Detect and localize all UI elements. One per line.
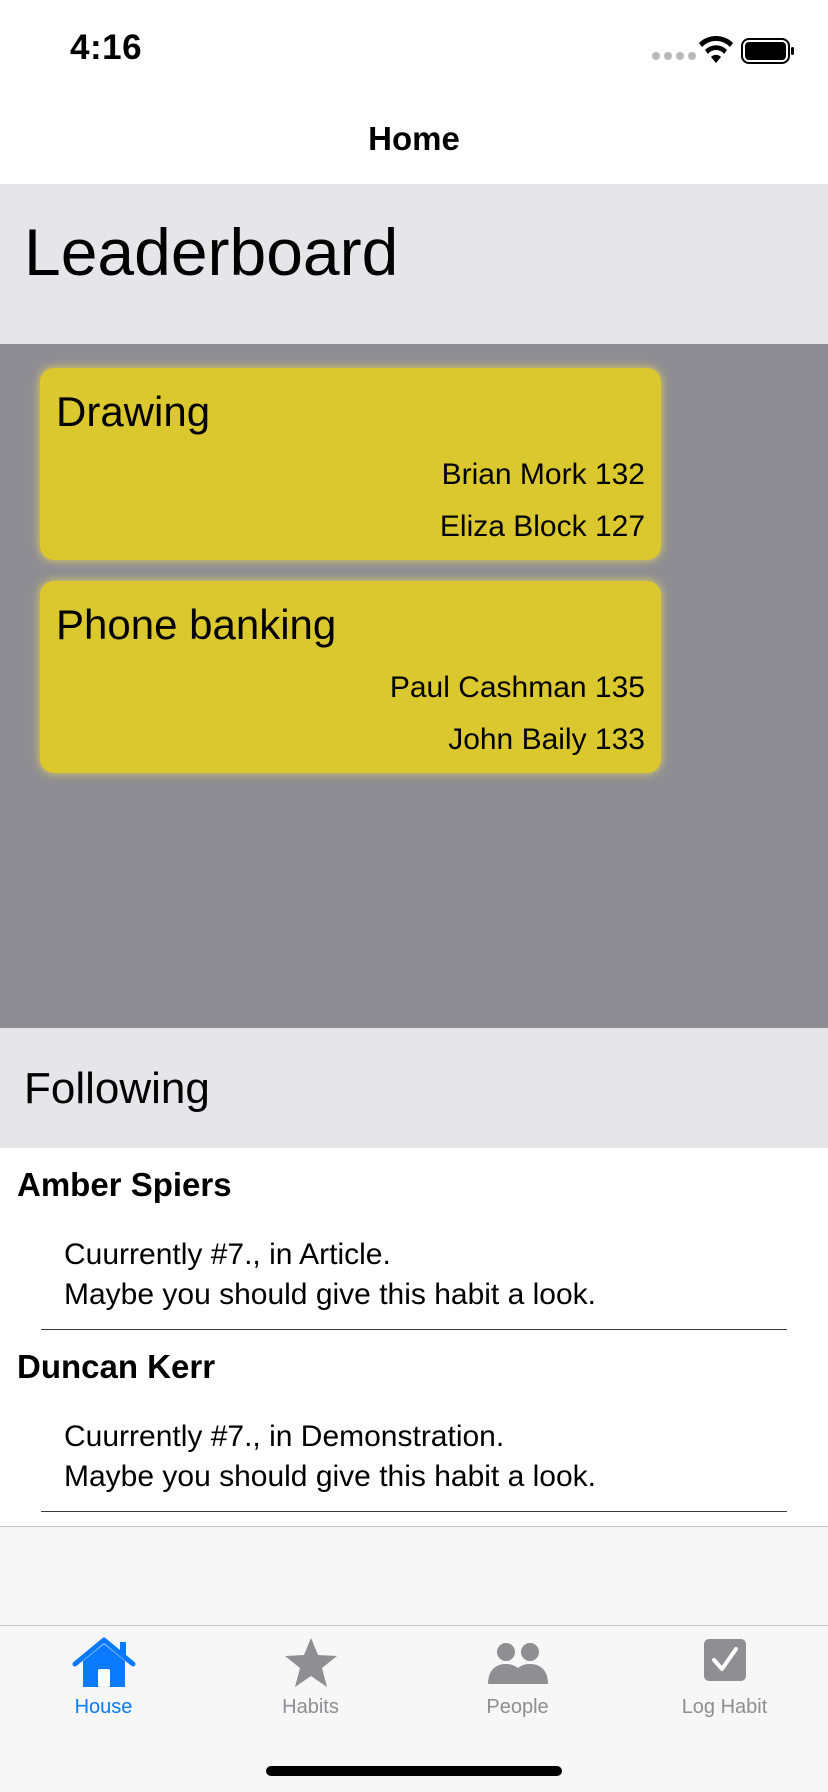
status-bar: 4:16 <box>0 0 828 96</box>
wifi-icon <box>699 36 733 63</box>
divider <box>41 1511 787 1512</box>
card-entry: John Baily 133 <box>448 723 645 756</box>
tab-habits[interactable]: Habits <box>207 1636 414 1726</box>
card-title: Phone banking <box>56 601 337 648</box>
card-entry: Eliza Block 127 <box>439 510 645 543</box>
following-list: Amber Spiers Cuurrently #7., in Article.… <box>0 1148 828 1528</box>
people-icon <box>487 1643 548 1684</box>
follow-suggestion: Maybe you should give this habit a look. <box>64 1460 596 1493</box>
tab-house[interactable]: House <box>0 1636 207 1726</box>
leaderboard-area: Drawing Brian Mork 132 Eliza Block 127 P… <box>0 344 828 1028</box>
tab-label: Habits <box>282 1696 339 1718</box>
list-item[interactable]: Duncan Kerr Cuurrently #7., in Demonstra… <box>0 1330 828 1512</box>
tab-label: House <box>74 1696 133 1718</box>
following-header: Following <box>0 1028 828 1148</box>
list-item[interactable]: Amber Spiers Cuurrently #7., in Article.… <box>0 1148 828 1330</box>
signal-dots-icon <box>652 52 696 60</box>
follow-name: Amber Spiers <box>17 1166 232 1203</box>
tab-label: People <box>486 1696 549 1718</box>
tab-log-habit[interactable]: Log Habit <box>621 1636 828 1726</box>
leaderboard-card-phone-banking[interactable]: Phone banking Paul Cashman 135 John Bail… <box>40 581 661 773</box>
card-title: Drawing <box>56 388 211 435</box>
follow-suggestion: Maybe you should give this habit a look. <box>64 1278 596 1311</box>
tab-label: Log Habit <box>681 1696 768 1718</box>
home-indicator[interactable] <box>266 1766 562 1776</box>
navigation-bar: Home <box>0 96 828 184</box>
card-entry: Paul Cashman 135 <box>389 671 645 704</box>
leaderboard-header: Leaderboard <box>0 184 828 344</box>
tab-people[interactable]: People <box>414 1636 621 1726</box>
leaderboard-card-drawing[interactable]: Drawing Brian Mork 132 Eliza Block 127 <box>40 368 661 560</box>
battery-icon <box>741 38 794 64</box>
leaderboard-title: Leaderboard <box>24 215 399 289</box>
divider <box>0 1625 828 1626</box>
follow-status: Cuurrently #7., in Demonstration. <box>64 1420 505 1453</box>
checkmark-square-icon <box>703 1639 746 1681</box>
status-time: 4:16 <box>70 28 143 67</box>
card-entry: Brian Mork 132 <box>441 458 645 491</box>
star-icon <box>284 1638 337 1687</box>
follow-status: Cuurrently #7., in Article. <box>64 1238 391 1271</box>
follow-name: Duncan Kerr <box>17 1348 216 1385</box>
following-title: Following <box>24 1064 210 1113</box>
nav-title: Home <box>368 120 460 157</box>
house-icon <box>72 1637 135 1687</box>
